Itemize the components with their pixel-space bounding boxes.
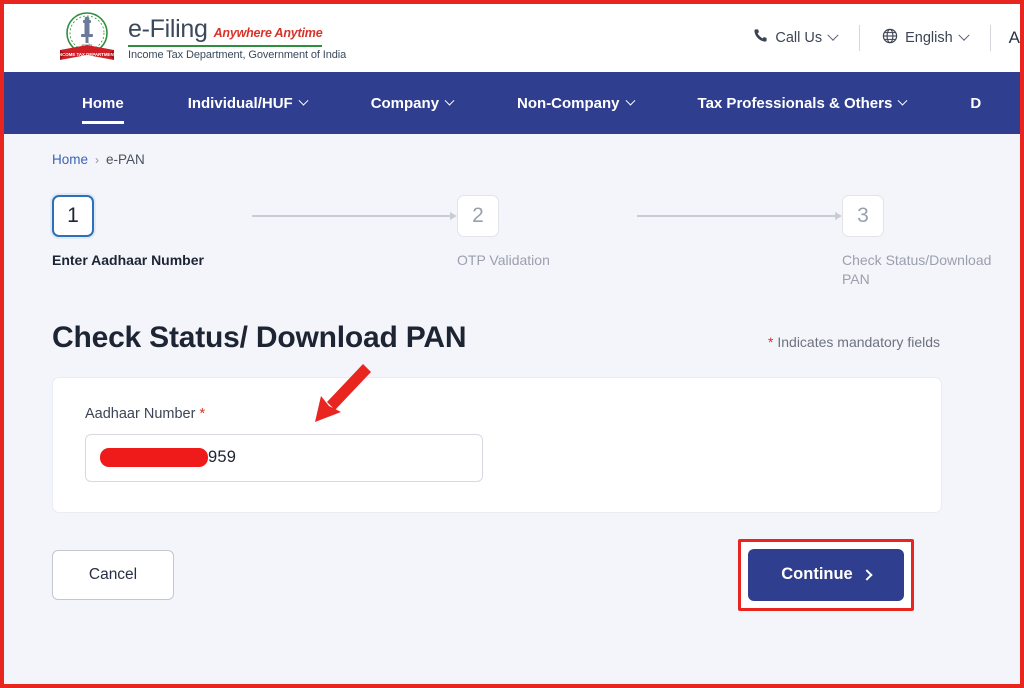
aadhaar-form-card: Aadhaar Number * 959	[52, 363, 942, 513]
aadhaar-visible-digits: 959	[208, 448, 237, 467]
annotation-arrow-icon	[271, 362, 381, 442]
site-logo[interactable]: सत्यमेव INCOME TAX DEPARTMENT e-Filing A…	[56, 10, 346, 66]
logo-title: e-Filing	[128, 14, 208, 43]
required-asterisk: *	[199, 405, 206, 422]
step-label: OTP Validation	[457, 252, 550, 268]
nav-item-label: Home	[82, 94, 124, 112]
continue-button-annotation-box: Continue	[738, 538, 914, 611]
chevron-down-icon	[897, 95, 908, 106]
breadcrumb-separator-icon: ›	[95, 152, 100, 167]
step-connector-1	[252, 195, 457, 237]
svg-text:INCOME TAX DEPARTMENT: INCOME TAX DEPARTMENT	[58, 52, 117, 57]
header-utility-bar: Call Us English A	[731, 4, 1020, 71]
chevron-down-icon	[625, 95, 635, 106]
nav-item-label: Tax Professionals & Others	[697, 94, 893, 112]
continue-button[interactable]: Continue	[748, 548, 904, 601]
aadhaar-field-label: Aadhaar Number *	[85, 406, 941, 422]
logo-text-block: e-Filing Anywhere Anytime Income Tax Dep…	[128, 15, 346, 61]
india-emblem-icon: सत्यमेव INCOME TAX DEPARTMENT	[56, 10, 118, 66]
step-3-check-status-download-pan[interactable]: 3 Check Status/Download PAN	[842, 195, 1020, 289]
step-number-box: 1	[52, 195, 94, 237]
chevron-down-icon	[957, 29, 970, 41]
required-asterisk: *	[768, 333, 774, 350]
step-1-enter-aadhaar[interactable]: 1 Enter Aadhaar Number	[52, 195, 252, 270]
call-us-menu[interactable]: Call Us	[731, 28, 859, 47]
chevron-down-icon	[298, 95, 309, 106]
step-label: Enter Aadhaar Number	[52, 252, 204, 268]
main-navigation: Home Individual/HUF Company Non-Company …	[4, 72, 1020, 134]
nav-item-label: Non-Company	[517, 94, 620, 112]
aadhaar-number-input[interactable]: 959	[85, 433, 483, 482]
step-number-box: 2	[457, 195, 499, 237]
breadcrumb: Home › e-PAN	[4, 134, 1020, 167]
aadhaar-label-text: Aadhaar Number	[85, 405, 196, 422]
nav-item-downloads-truncated[interactable]: D	[938, 72, 1013, 134]
logo-department: Income Tax Department, Government of Ind…	[128, 48, 347, 61]
chevron-down-icon	[444, 95, 455, 106]
chevron-right-icon	[861, 569, 873, 581]
page-title-row: Check Status/ Download PAN * Indicates m…	[4, 289, 1020, 355]
nav-item-individual-huf[interactable]: Individual/HUF	[156, 72, 339, 134]
nav-item-label: Company	[370, 94, 440, 112]
redaction-bar	[100, 448, 208, 468]
cancel-button[interactable]: Cancel	[52, 549, 174, 600]
page-title: Check Status/ Download PAN	[52, 320, 467, 354]
logo-tagline: Anywhere Anytime	[213, 25, 323, 40]
nav-item-company[interactable]: Company	[339, 72, 485, 134]
continue-button-label: Continue	[781, 565, 853, 584]
nav-item-non-company[interactable]: Non-Company	[485, 72, 666, 134]
language-label: English	[905, 29, 953, 46]
breadcrumb-current: e-PAN	[106, 152, 145, 167]
site-header: सत्यमेव INCOME TAX DEPARTMENT e-Filing A…	[4, 4, 1020, 72]
step-number-box: 3	[842, 195, 884, 237]
nav-item-label: D	[970, 94, 982, 112]
browser-screenshot-frame: सत्यमेव INCOME TAX DEPARTMENT e-Filing A…	[0, 0, 1024, 688]
breadcrumb-home-link[interactable]: Home	[52, 152, 88, 167]
mandatory-fields-note: * Indicates mandatory fields	[768, 334, 940, 355]
phone-icon	[753, 28, 768, 47]
step-connector-2	[637, 195, 842, 237]
step-label: Check Status/Download PAN	[842, 252, 992, 287]
nav-item-label: Individual/HUF	[187, 94, 293, 112]
language-menu[interactable]: English	[860, 28, 990, 48]
page-content: Home › e-PAN 1 Enter Aadhaar Number 2 OT…	[4, 134, 1020, 684]
progress-stepper: 1 Enter Aadhaar Number 2 OTP Validation …	[4, 167, 1020, 289]
logo-divider	[128, 44, 322, 47]
globe-icon	[882, 28, 898, 48]
call-us-label: Call Us	[775, 29, 823, 46]
nav-item-home[interactable]: Home	[50, 72, 156, 134]
chevron-down-icon	[827, 29, 839, 41]
nav-item-tax-professionals-others[interactable]: Tax Professionals & Others	[666, 72, 939, 134]
mandatory-note-text: Indicates mandatory fields	[777, 333, 940, 350]
form-actions: Cancel Continue	[4, 513, 942, 611]
font-size-control[interactable]: A	[991, 28, 1020, 48]
step-2-otp-validation[interactable]: 2 OTP Validation	[457, 195, 637, 270]
